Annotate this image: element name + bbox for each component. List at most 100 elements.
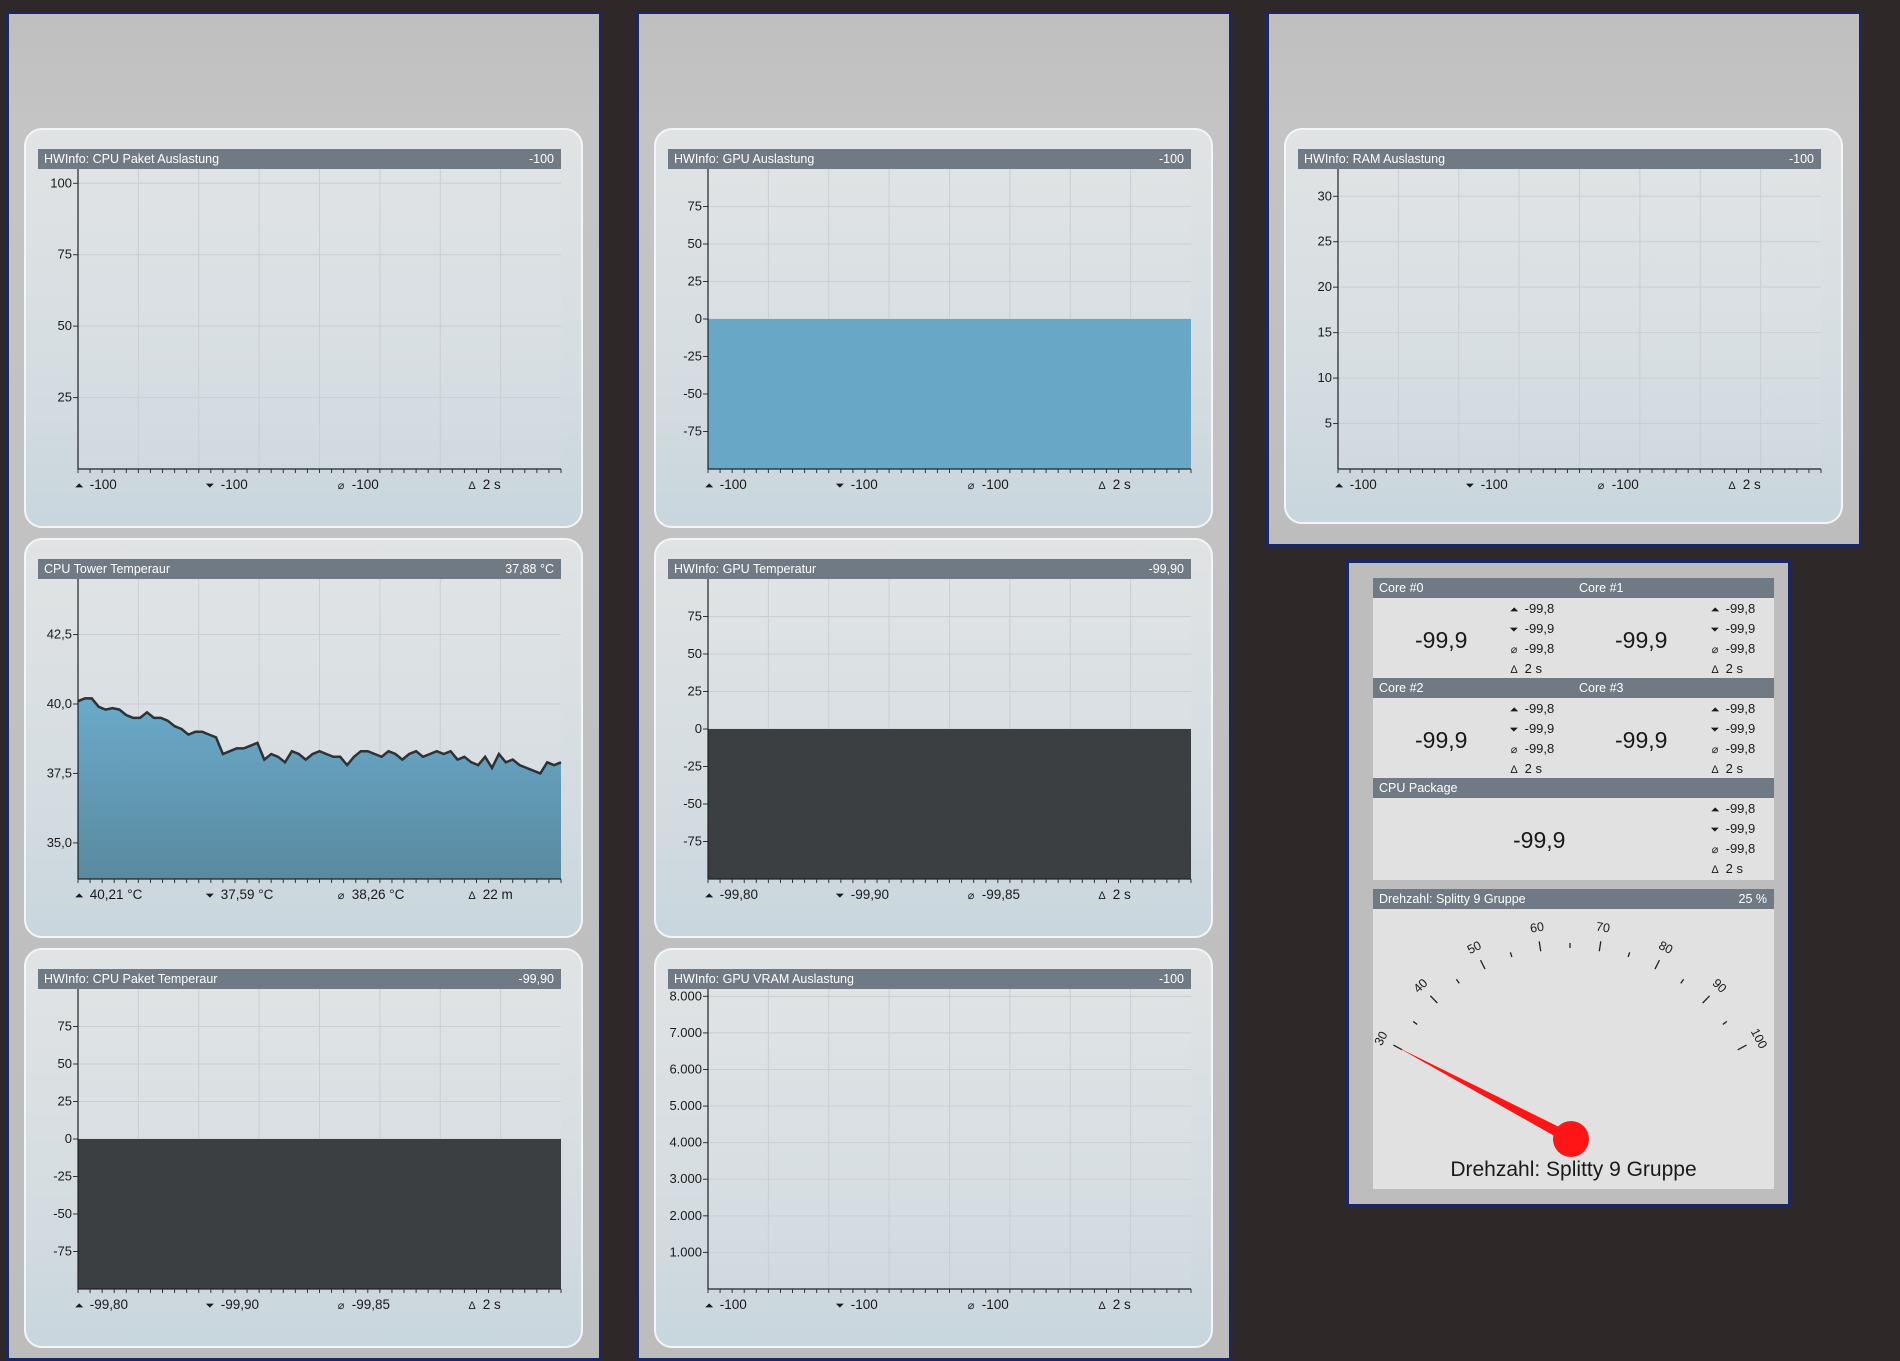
- series-area: [708, 319, 1191, 469]
- y-tick-label: 7.000: [669, 1025, 702, 1040]
- core-stat-value-min: -99,9: [1521, 721, 1554, 736]
- average-icon: ⌀: [1507, 743, 1521, 756]
- stat-value-interval: 2 s: [1739, 477, 1761, 492]
- y-tick-label: 0: [65, 1131, 72, 1146]
- max-arrow-icon: ⏶: [1708, 804, 1722, 817]
- chart-title: CPU Tower Temperaur: [44, 559, 170, 579]
- max-arrow-icon: ⏶: [702, 1300, 716, 1313]
- chart-plot-cpu-load: 255075100: [38, 169, 581, 477]
- interval-icon: Δ: [1708, 764, 1722, 776]
- core-stat-value-avg: -99,8: [1521, 641, 1554, 656]
- stat-avg: ⌀ -99,85: [334, 1297, 390, 1312]
- core-stat-max: ⏶ -99,8: [1507, 701, 1554, 717]
- y-tick-label: 50: [58, 1056, 72, 1071]
- core-title: Core #1: [1579, 578, 1623, 598]
- core-stat-min: ⏷ -99,9: [1708, 821, 1755, 837]
- stat-interval: Δ 2 s: [1095, 1297, 1131, 1312]
- core-header-0: Core #0: [1373, 578, 1573, 598]
- average-icon: ⌀: [964, 1299, 978, 1312]
- y-tick-label: 75: [58, 1019, 72, 1034]
- gauge-label: Drehzahl: Splitty 9 Gruppe: [1373, 1158, 1774, 1182]
- max-arrow-icon: ⏶: [702, 480, 716, 493]
- core-title: Core #3: [1579, 678, 1623, 698]
- stat-value-min: -99,90: [217, 1297, 259, 1312]
- chart-plot-cpu-tower-temp: 35,037,540,042,5: [38, 579, 581, 887]
- stat-value-min: 37,59 °C: [217, 887, 273, 902]
- core-header-2: Core #2: [1373, 678, 1573, 698]
- interval-icon: Δ: [1095, 480, 1109, 492]
- stat-avg: ⌀ -100: [964, 477, 1009, 492]
- core-stat-max: ⏶ -99,8: [1708, 701, 1755, 717]
- interval-icon: Δ: [1507, 664, 1521, 676]
- stat-value-avg: -100: [978, 477, 1009, 492]
- y-tick-label: 75: [688, 609, 702, 624]
- stat-value-avg: -100: [348, 477, 379, 492]
- y-tick-label: -50: [683, 386, 702, 401]
- gauge-header-title: Drehzahl: Splitty 9 Gruppe: [1379, 889, 1526, 909]
- average-icon: ⌀: [1594, 479, 1608, 492]
- core-header-1: Core #1: [1573, 578, 1774, 598]
- min-arrow-icon: ⏷: [203, 890, 217, 903]
- core-stat-value-max: -99,8: [1521, 601, 1554, 616]
- core-stat-interval: Δ 2 s: [1507, 661, 1542, 676]
- y-tick-label: 6.000: [669, 1061, 702, 1076]
- core-stat-value-max: -99,8: [1722, 701, 1755, 716]
- gauge-minor-tick: [1723, 1021, 1727, 1024]
- stat-value-max: 40,21 °C: [86, 887, 142, 902]
- core-stat-value-interval: 2 s: [1521, 661, 1542, 676]
- core-value-1: -99,9: [1615, 627, 1667, 654]
- interval-icon: Δ: [1708, 864, 1722, 876]
- stat-value-min: -100: [217, 477, 248, 492]
- core-stat-value-min: -99,9: [1521, 621, 1554, 636]
- stat-max: ⏶ -100: [702, 1297, 747, 1313]
- stat-max: ⏶ -100: [1332, 477, 1377, 493]
- stat-avg: ⌀ -100: [964, 1297, 1009, 1312]
- gauge-major-tick: [1738, 1045, 1747, 1050]
- chart-header-gpu-load: HWInfo: GPU Auslastung-100: [668, 149, 1191, 169]
- y-tick-label: 20: [1318, 279, 1332, 294]
- stat-value-min: -100: [847, 1297, 878, 1312]
- core-title: Core #0: [1379, 578, 1423, 598]
- y-tick-label: 2.000: [669, 1208, 702, 1223]
- core-stat-interval: Δ 2 s: [1708, 861, 1743, 876]
- stat-value-max: -100: [86, 477, 117, 492]
- y-tick-label: 37,5: [47, 765, 72, 780]
- core-stat-min: ⏷ -99,9: [1507, 621, 1554, 637]
- y-tick-label: -50: [53, 1206, 72, 1221]
- stat-value-max: -99,80: [716, 887, 758, 902]
- stat-min: ⏷ -99,90: [833, 887, 889, 903]
- core-stat-value-interval: 2 s: [1722, 761, 1743, 776]
- chart-plot-cpu-package-temp: -75-50-250255075: [38, 989, 581, 1297]
- core-stat-value-avg: -99,8: [1521, 741, 1554, 756]
- chart-title: HWInfo: CPU Paket Temperaur: [44, 969, 217, 989]
- core-stat-value-min: -99,9: [1722, 821, 1755, 836]
- chart-current-value: -100: [529, 149, 554, 169]
- y-tick-label: 75: [58, 247, 72, 262]
- chart-plot-ram-load: 51015202530: [1298, 169, 1841, 477]
- interval-icon: Δ: [465, 1300, 479, 1312]
- stat-min: ⏷ 37,59 °C: [203, 887, 273, 903]
- chart-header-cpu-tower-temp: CPU Tower Temperaur37,88 °C: [38, 559, 561, 579]
- series-area: [708, 729, 1191, 879]
- stat-value-avg: -99,85: [348, 1297, 390, 1312]
- stat-value-avg: -99,85: [978, 887, 1020, 902]
- stat-value-min: -100: [1477, 477, 1508, 492]
- gauge-major-tick: [1599, 941, 1601, 951]
- gauge-scale-label: 70: [1595, 920, 1611, 936]
- stat-max: ⏶ -100: [702, 477, 747, 493]
- chart-title: HWInfo: GPU Temperatur: [674, 559, 816, 579]
- stat-min: ⏷ -100: [1463, 477, 1508, 493]
- stat-value-min: -100: [847, 477, 878, 492]
- y-tick-label: 10: [1318, 370, 1332, 385]
- min-arrow-icon: ⏷: [833, 1300, 847, 1313]
- stat-avg: ⌀ -100: [1594, 477, 1639, 492]
- stat-value-avg: -100: [978, 1297, 1009, 1312]
- core-stat-value-avg: -99,8: [1722, 741, 1755, 756]
- stat-avg: ⌀ 38,26 °C: [334, 887, 404, 902]
- core-value-2: -99,9: [1415, 727, 1467, 754]
- core-stat-min: ⏷ -99,9: [1507, 721, 1554, 737]
- y-tick-label: 75: [688, 199, 702, 214]
- average-icon: ⌀: [1708, 843, 1722, 856]
- core-stat-value-max: -99,8: [1521, 701, 1554, 716]
- min-arrow-icon: ⏷: [1507, 624, 1521, 637]
